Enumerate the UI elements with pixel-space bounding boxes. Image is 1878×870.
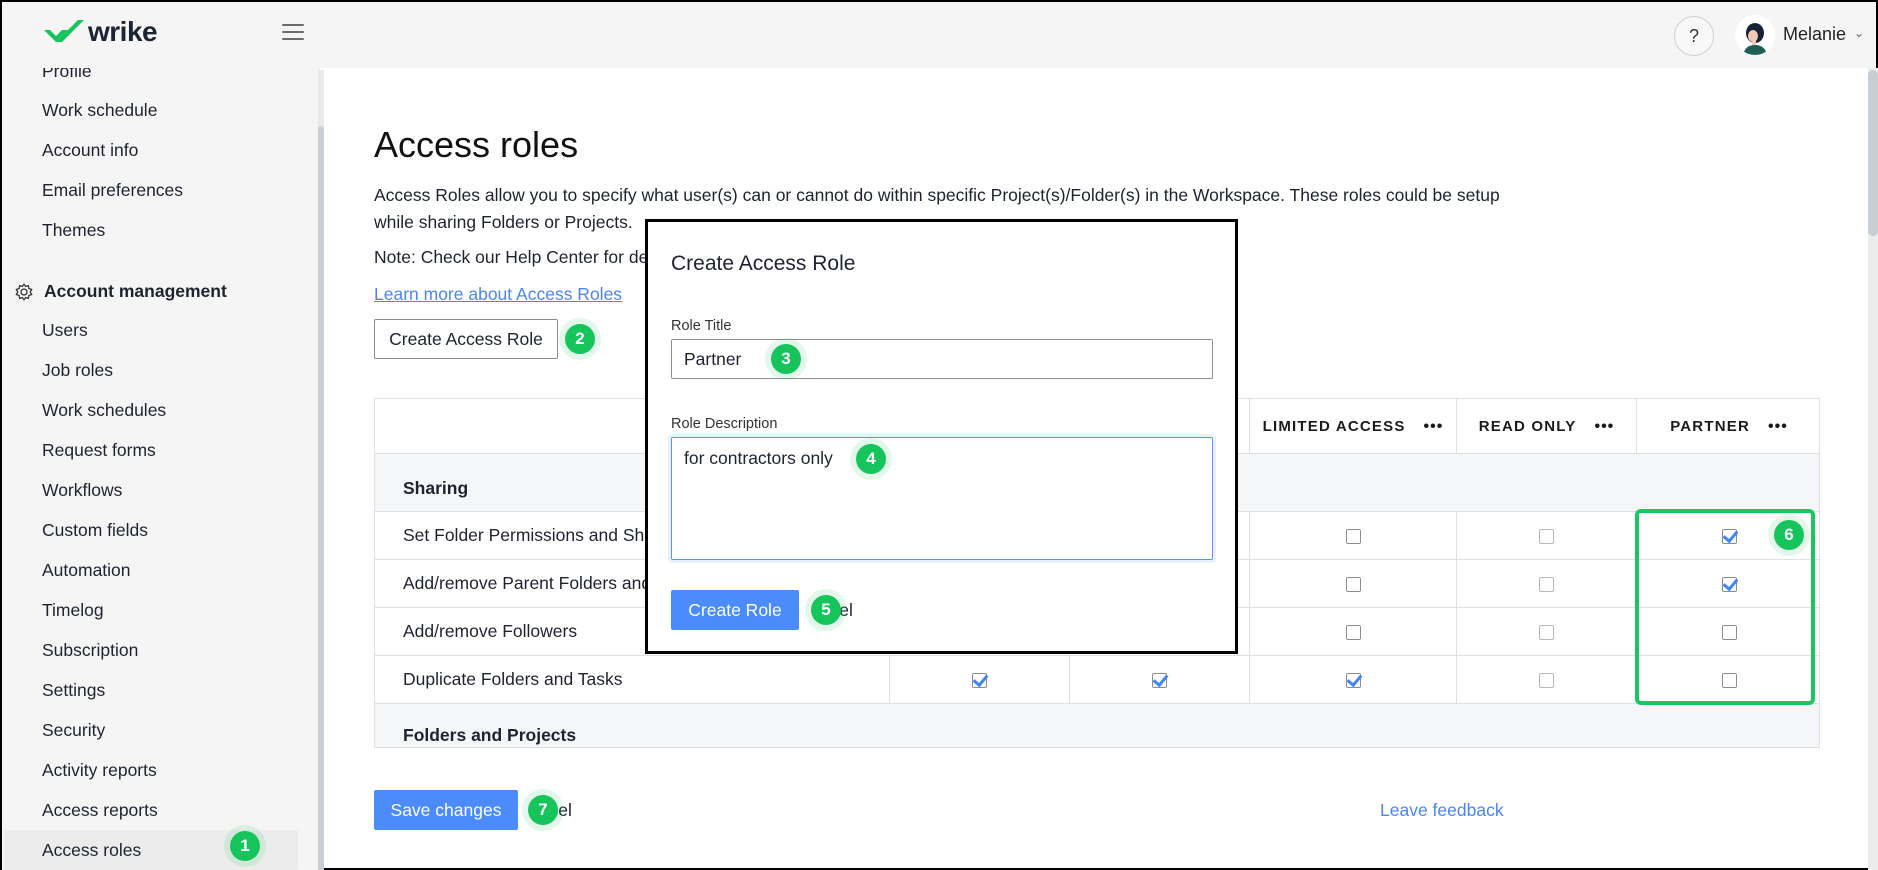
wrike-logo[interactable]: wrike [42,16,158,48]
step-badge-6: 6 [1774,520,1804,550]
avatar[interactable] [1735,15,1775,55]
column-header-partner: PARTNER ••• [1636,399,1819,454]
learn-more-link[interactable]: Learn more about Access Roles [374,284,622,305]
permission-label: Add/remove Followers [403,621,578,641]
create-access-role-button[interactable]: Create Access Role [374,319,558,359]
sidebar-item-work-schedules[interactable]: Work schedules [42,400,166,421]
permission-label: Set Folder Permissions and Sha [403,525,654,545]
checkbox-checked[interactable] [972,672,987,688]
main-scrollbar-thumb[interactable] [1868,70,1878,236]
step-badge-5: 5 [811,595,841,625]
sidebar-section-label: Account management [44,281,227,301]
step-badge-1: 1 [230,831,260,861]
section-title: Folders and Projects [403,725,577,745]
leave-feedback-link[interactable]: Leave feedback [1380,800,1504,821]
sidebar-item-users[interactable]: Users [42,320,88,341]
sidebar-item-profile[interactable]: Profile [42,68,92,82]
column-label: PARTNER [1670,418,1750,435]
brand-name: wrike [88,16,158,47]
more-options-icon[interactable]: ••• [1594,418,1614,436]
user-name[interactable]: Melanie [1783,24,1846,45]
permission-cell [1456,656,1636,704]
permission-cell [1069,656,1249,704]
column-header-read-only: READ ONLY ••• [1456,399,1636,454]
checkbox-checked[interactable] [1721,528,1737,544]
create-access-role-dialog: Create Access Role Role Title Role Descr… [645,219,1238,654]
checkbox-unchecked[interactable] [1345,624,1361,640]
checkbox-unchecked[interactable] [1345,528,1361,544]
table-section-folders-projects: Folders and Projects [375,704,1819,747]
role-description-label: Role Description [671,416,778,432]
permission-cell [1456,608,1636,656]
help-button[interactable]: ? [1674,16,1714,56]
permission-cell [1456,560,1636,608]
checkbox-unchecked[interactable] [1539,624,1554,640]
step-badge-2: 2 [565,324,595,354]
sidebar-item-workflows[interactable]: Workflows [42,480,122,501]
create-role-button[interactable]: Create Role [671,590,799,630]
more-options-icon[interactable]: ••• [1768,418,1788,436]
sidebar-item-timelog[interactable]: Timelog [42,600,104,621]
table-row: Duplicate Folders and Tasks [375,656,1819,704]
gear-icon [15,282,33,301]
sidebar: Profile Work schedule Account info Email… [2,68,320,870]
role-title-label: Role Title [671,318,732,334]
checkbox-unchecked[interactable] [1721,672,1737,688]
permission-cell [1249,608,1456,656]
checkbox-unchecked[interactable] [1721,624,1737,640]
permission-cell [889,656,1069,704]
sidebar-section-account-management[interactable]: Account management [14,281,227,302]
user-avatar-icon [1735,15,1775,55]
sidebar-item-access-roles[interactable]: Access roles [42,840,141,861]
permission-cell [1249,512,1456,560]
sidebar-item-account-info[interactable]: Account info [42,140,138,161]
sidebar-item-work-schedule[interactable]: Work schedule [42,100,157,121]
sidebar-item-access-reports[interactable]: Access reports [42,800,158,821]
menu-hamburger-icon[interactable] [282,24,304,42]
column-label: LIMITED ACCESS [1262,418,1406,435]
top-bar: wrike ? Melanie ⌄ [2,2,1876,68]
permission-cell [1456,512,1636,560]
permission-cell [1636,608,1819,656]
save-changes-button[interactable]: Save changes [374,790,518,830]
checkbox-unchecked[interactable] [1539,672,1554,688]
checkbox-checked[interactable] [1345,672,1361,688]
sidebar-item-subscription[interactable]: Subscription [42,640,138,661]
step-badge-4: 4 [856,444,886,474]
page-title: Access roles [374,124,579,165]
sidebar-item-email-preferences[interactable]: Email preferences [42,180,183,201]
sidebar-item-settings[interactable]: Settings [42,680,105,701]
step-badge-3: 3 [771,344,801,374]
column-label: READ ONLY [1478,418,1577,435]
more-options-icon[interactable]: ••• [1424,418,1444,436]
sidebar-item-automation[interactable]: Automation [42,560,131,581]
section-title: Sharing [403,478,469,498]
role-description-textarea[interactable]: for contractors only [671,437,1213,560]
help-note: Note: Check our Help Center for de [374,247,649,267]
checkbox-unchecked[interactable] [1539,528,1554,544]
sidebar-item-request-forms[interactable]: Request forms [42,440,156,461]
chevron-down-icon[interactable]: ⌄ [1854,26,1864,40]
sidebar-item-themes[interactable]: Themes [42,220,105,241]
sidebar-scrollbar-thumb[interactable] [318,126,324,870]
dialog-title: Create Access Role [671,252,856,275]
sidebar-item-security[interactable]: Security [42,720,105,741]
permission-cell [1636,560,1819,608]
permission-cell [1249,560,1456,608]
permission-label: Duplicate Folders and Tasks [403,669,623,689]
checkbox-unchecked[interactable] [1345,576,1361,592]
checkbox-checked[interactable] [1721,576,1737,592]
role-title-input[interactable] [671,339,1213,379]
permission-cell [1636,656,1819,704]
column-header-limited-access: LIMITED ACCESS ••• [1249,399,1456,454]
permission-label: Add/remove Parent Folders and [403,573,652,593]
sidebar-item-custom-fields[interactable]: Custom fields [42,520,148,541]
sidebar-item-activity-reports[interactable]: Activity reports [42,760,157,781]
sidebar-item-job-roles[interactable]: Job roles [42,360,113,381]
checkbox-checked[interactable] [1152,672,1167,688]
step-badge-7: 7 [528,795,558,825]
checkbox-unchecked[interactable] [1539,576,1554,592]
permission-cell [1249,656,1456,704]
wrike-check-icon [44,20,84,42]
